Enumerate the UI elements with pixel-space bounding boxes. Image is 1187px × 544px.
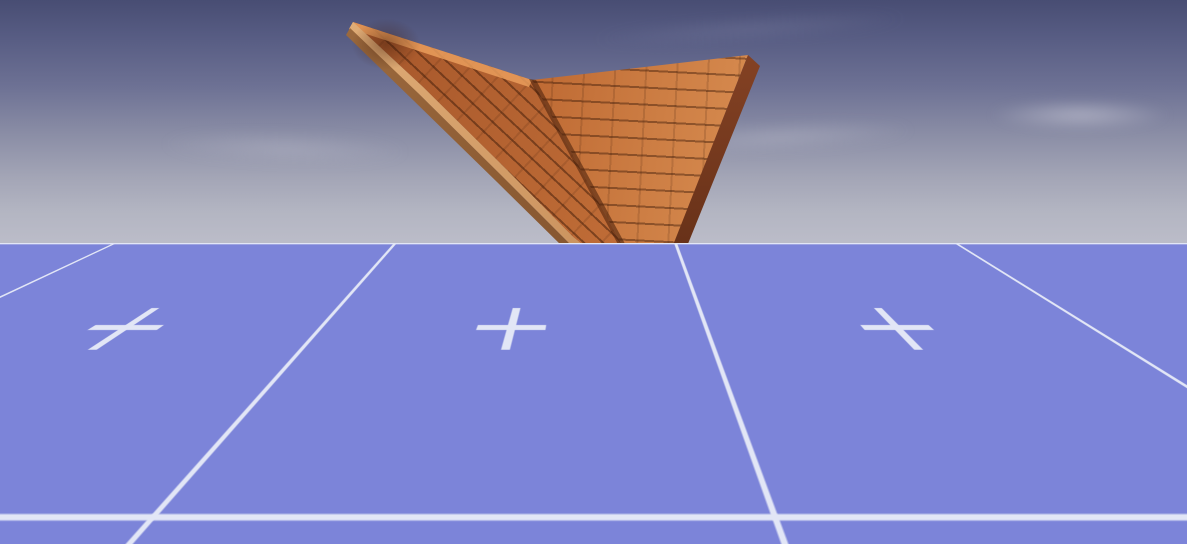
search-input[interactable]	[338, 369, 421, 385]
magnifier-icon	[320, 371, 333, 384]
auto-scroll-checkbox[interactable]: ✔	[829, 518, 847, 536]
tab-title: Event Log	[340, 338, 399, 353]
show-muids-checkbox[interactable]: ✔	[710, 518, 728, 536]
filter-error: Error ✔	[777, 368, 844, 387]
filter-button[interactable]: ▾	[556, 364, 596, 390]
filter-warning: Warning ✔	[681, 368, 764, 387]
maximize-icon[interactable]	[812, 333, 825, 346]
filter-info: Info ✔	[609, 368, 668, 387]
event-log-panel: Event Log ✕ ✕ ▾ Info ✔	[303, 318, 862, 542]
tab-event-log[interactable]: Event Log ✕	[310, 331, 427, 360]
log-entry[interactable]: Building_Roof	[311, 396, 854, 410]
panel-footer: Show MUIDs as Links ✔ Auto Scroll ✔	[305, 513, 860, 540]
log-area[interactable]: Building_Roof Building_Ceiling Shared_Tr…	[305, 394, 860, 513]
funnel-icon	[564, 371, 578, 384]
filter-warning-label: Warning	[681, 370, 736, 385]
roof-mesh[interactable]	[340, 10, 770, 316]
error-checkbox[interactable]: ✔	[825, 368, 844, 387]
check-icon: ✔	[714, 520, 725, 533]
warning-checkbox[interactable]: ✔	[745, 368, 764, 387]
info-checkbox[interactable]: ✔	[649, 368, 668, 387]
tab-close-icon[interactable]: ✕	[408, 340, 418, 352]
search-box[interactable]	[313, 364, 428, 390]
check-icon: ✔	[829, 371, 840, 384]
close-icon[interactable]: ✕	[836, 331, 849, 347]
check-icon: ✔	[749, 371, 760, 384]
filter-info-label: Info	[609, 370, 640, 385]
log-entry[interactable]: Shared_Trim	[311, 424, 854, 438]
panel-titlebar[interactable]: Event Log ✕ ✕	[305, 320, 860, 360]
window-controls: ✕	[787, 331, 849, 347]
check-icon: ✔	[833, 520, 844, 533]
clipboard-icon	[319, 337, 333, 354]
filter-error-label: Error	[777, 370, 816, 385]
minimize-icon[interactable]	[787, 341, 801, 344]
check-icon: ✔	[653, 371, 664, 384]
roof-tip-shade	[340, 10, 432, 78]
chevron-down-icon: ▾	[582, 372, 587, 382]
panel-toolbar: ▾ Info ✔ Warning ✔ Error ✔	[305, 360, 860, 394]
cloud	[960, 96, 1187, 134]
auto-scroll-label: Auto Scroll	[757, 519, 820, 534]
show-muids-label: Show MUIDs as Links	[574, 519, 701, 534]
log-entry[interactable]: Building_Ceiling	[311, 410, 854, 424]
